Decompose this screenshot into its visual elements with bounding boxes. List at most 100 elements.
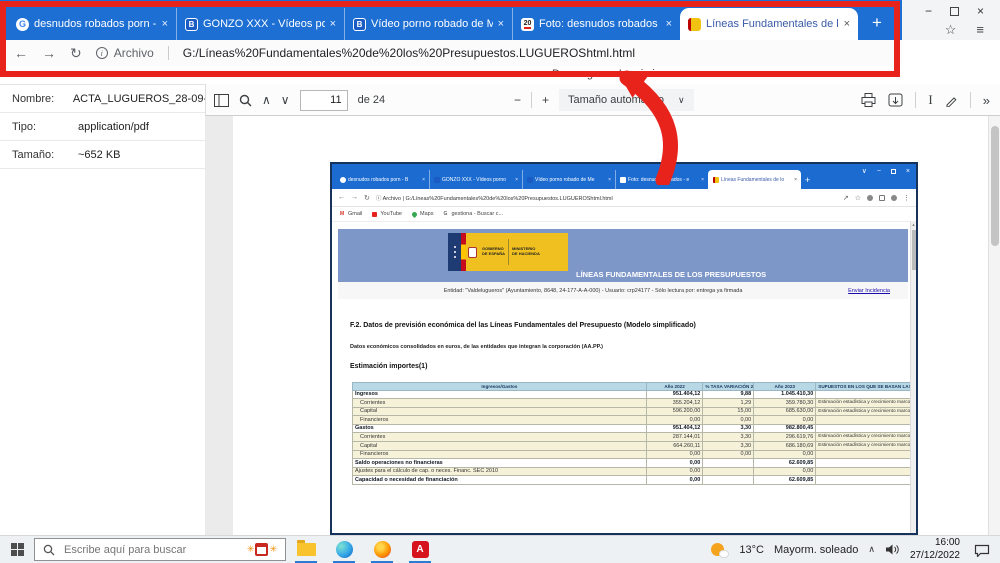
zoom-select[interactable]: Tamaño automático ∨ [559, 89, 694, 111]
profile-icon [891, 195, 897, 201]
tab-lineas-active[interactable]: Líneas Fundamentales de lo × [680, 8, 858, 40]
tab-close-icon[interactable]: × [498, 18, 504, 30]
col-ano-2022: Año 2022 [646, 383, 703, 391]
embedded-tab-label: Vídeo porno robado de Me [535, 177, 606, 183]
more-tools-icon[interactable]: » [983, 93, 990, 108]
clock[interactable]: 16:00 27/12/2022 [910, 537, 960, 562]
url-text[interactable]: G:/Líneas%20Fundamentales%20de%20los%20P… [183, 46, 635, 60]
draw-pen-icon[interactable] [945, 94, 958, 107]
embedded-screenshot: desnudos robados porn - B × GONZO XXX - … [330, 162, 918, 535]
minimize-button[interactable]: − [925, 4, 932, 18]
notification-center-icon[interactable] [974, 543, 990, 557]
tab-foto[interactable]: 20 Foto: desnudos robados - e × [512, 8, 680, 40]
embedded-tabstrip: desnudos robados porn - B × GONZO XXX - … [336, 164, 810, 189]
bookmark-star-icon: ☆ [855, 194, 861, 202]
embedded-tab: GONZO XXX - Vídeos porno × [429, 170, 522, 189]
download-icon[interactable] [888, 93, 903, 107]
menu-icon[interactable]: ≡ [976, 22, 984, 38]
search-input[interactable] [62, 543, 240, 557]
table-row: Financieros 0,00 0,00 0,00 [353, 450, 918, 459]
weather-desc[interactable]: Mayorm. soleado [774, 544, 858, 556]
gov-banner: GOBIERNO DE ESPAÑA MINISTERIO DE HACIEND… [338, 229, 908, 282]
col-ano-2023: Año 2023 [754, 383, 816, 391]
file-explorer-button[interactable] [294, 537, 318, 563]
tab-close-icon: × [515, 177, 518, 183]
forward-icon[interactable]: → [42, 45, 56, 61]
divider [531, 92, 532, 108]
file-name-value: ACTA_LUGUEROS_28-09-... [73, 93, 205, 105]
b-favicon-icon [527, 177, 533, 183]
pdf-scrollbar-thumb[interactable] [991, 126, 999, 246]
start-button[interactable] [0, 543, 34, 556]
embedded-tab: Vídeo porno robado de Me × [522, 170, 615, 189]
firefox-button[interactable] [370, 537, 394, 563]
tab-close-icon[interactable]: × [666, 18, 672, 30]
maximize-button[interactable] [950, 7, 959, 16]
chevron-down-icon: ∨ [678, 95, 685, 106]
previous-page-icon[interactable]: ∧ [262, 93, 271, 107]
browser-titlebar: G desnudos robados porn - B × B GONZO XX… [0, 0, 1000, 40]
embedded-tab-label: Foto: desnudos robados - e [628, 177, 699, 183]
tab-close-icon[interactable]: × [844, 18, 850, 30]
weather-icon[interactable] [711, 542, 729, 558]
print-icon[interactable] [861, 93, 876, 107]
text-select-icon[interactable]: I [928, 92, 932, 108]
pdf-scrollbar[interactable] [988, 116, 1000, 535]
zoom-in-icon[interactable]: + [542, 93, 549, 107]
tray-chevron-up-icon[interactable]: ∧ [868, 544, 875, 555]
tab-gonzo[interactable]: B GONZO XXX - Vídeos porno × [176, 8, 344, 40]
embedded-titlebar: desnudos robados porn - B × GONZO XXX - … [332, 164, 916, 189]
new-tab-button[interactable]: + [864, 10, 890, 36]
embedded-page-content: GOBIERNO DE ESPAÑA MINISTERIO DE HACIEND… [332, 222, 916, 534]
ministerio-label: MINISTERIO DE HACIENDA [509, 247, 543, 256]
origin-chip[interactable]: i Archivo [96, 46, 154, 60]
entity-line: Entidad: "Valdelugueros" (Ayuntamiento, … [338, 288, 848, 294]
taskbar-search[interactable]: ✳ ✳ [34, 538, 286, 561]
b-favicon-icon: B [185, 18, 198, 31]
share-icon: ↗ [843, 194, 849, 202]
next-page-icon[interactable]: ∨ [281, 93, 290, 107]
b-favicon-icon: B [353, 18, 366, 31]
bookmark-gmail: MGmail [340, 211, 362, 217]
edge-button[interactable] [332, 537, 356, 563]
window-controls: − × [925, 4, 984, 18]
search-highlight-calendar-icon[interactable]: ✳ ✳ [247, 543, 277, 556]
tab-label: Vídeo porno robado de Me [371, 18, 493, 30]
doc-subheading: Datos económicos consolidados en euros, … [350, 344, 603, 350]
col-supuestos: SUPUESTOS EN LOS QUE SE BASAN LAS PROYEC… [816, 383, 918, 391]
page-links: Descargar Imprimir [552, 68, 658, 80]
search-icon[interactable] [239, 94, 252, 107]
tab-desnudos[interactable]: G desnudos robados porn - B × [8, 8, 176, 40]
veinte-favicon-icon [620, 177, 626, 183]
table-row: Capacidad o necesidad de financiación 0,… [353, 476, 918, 485]
acrobat-button[interactable]: A [408, 537, 432, 563]
close-button[interactable]: × [977, 4, 984, 18]
tab-close-icon[interactable]: × [330, 18, 336, 30]
address-bar: ← → ↻ i Archivo G:/Líneas%20Fundamentale… [0, 40, 902, 66]
b-favicon-icon [434, 177, 440, 183]
tab-close-icon[interactable]: × [162, 18, 168, 30]
print-link[interactable]: Imprimir [619, 68, 659, 80]
table-header-row: Ingresos/Gastos Año 2022 % TASA VARIACIÓ… [353, 383, 918, 391]
embedded-tab: Foto: desnudos robados - e × [615, 170, 708, 189]
volume-icon[interactable] [885, 543, 900, 556]
maps-pin-icon [411, 210, 418, 217]
sidebar-toggle-icon[interactable] [214, 94, 229, 107]
download-link[interactable]: Descargar [552, 68, 603, 80]
gmail-icon: M [340, 212, 345, 217]
reload-icon[interactable]: ↻ [70, 45, 82, 62]
embedded-address-icons: ↗ ☆ ⋮ [843, 194, 910, 202]
enviar-incidencia-link: Enviar Incidencia [848, 288, 890, 294]
bookmark-star-icon[interactable]: ☆ [945, 22, 957, 38]
tab-video[interactable]: B Vídeo porno robado de Me × [344, 8, 512, 40]
embedded-tab-label: GONZO XXX - Vídeos porno [442, 177, 513, 183]
table-row: Saldo operaciones no financieras 0,00 62… [353, 459, 918, 468]
back-icon[interactable]: ← [14, 45, 28, 61]
zoom-out-icon[interactable]: − [514, 93, 521, 107]
embedded-url-text: ⓘ Archivo | G:/Líneas%20Fundamentales%20… [376, 194, 837, 202]
origin-chip-label: Archivo [114, 46, 154, 60]
page-number-input[interactable] [300, 90, 348, 111]
spain-government-logo: GOBIERNO DE ESPAÑA MINISTERIO DE HACIEND… [448, 233, 568, 271]
weather-temp[interactable]: 13°C [739, 544, 764, 556]
youtube-icon [372, 212, 377, 217]
